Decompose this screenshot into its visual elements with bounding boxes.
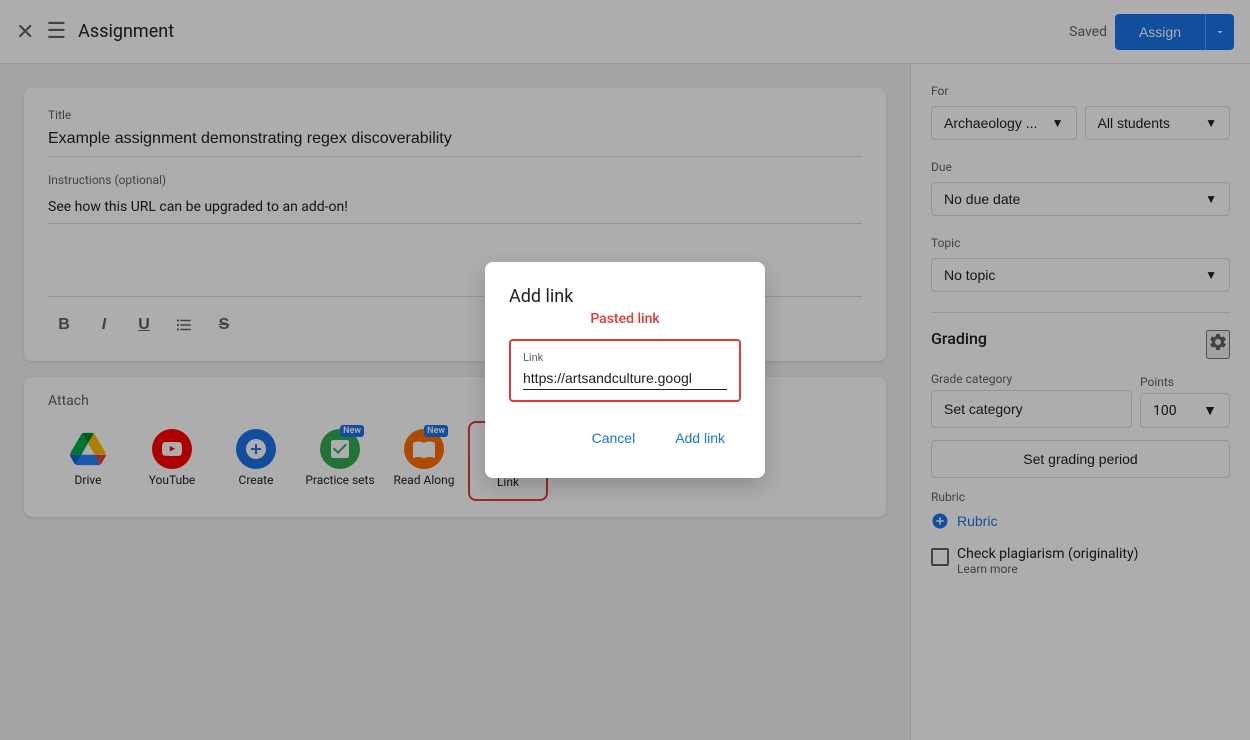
modal-link-sublabel: Link xyxy=(523,351,727,364)
modal-title: Add link xyxy=(509,286,741,307)
add-link-modal: Add link Pasted link Link Cancel Add lin… xyxy=(485,262,765,478)
modal-link-input[interactable] xyxy=(523,370,727,386)
modal-pasted-label: Pasted link xyxy=(509,311,741,327)
modal-link-field: Link xyxy=(509,339,741,402)
modal-link-value xyxy=(523,368,727,390)
modal-actions: Cancel Add link xyxy=(509,422,741,454)
modal-cancel-button[interactable]: Cancel xyxy=(576,422,652,454)
modal-add-link-button[interactable]: Add link xyxy=(659,422,741,454)
modal-overlay: Add link Pasted link Link Cancel Add lin… xyxy=(0,0,1250,740)
